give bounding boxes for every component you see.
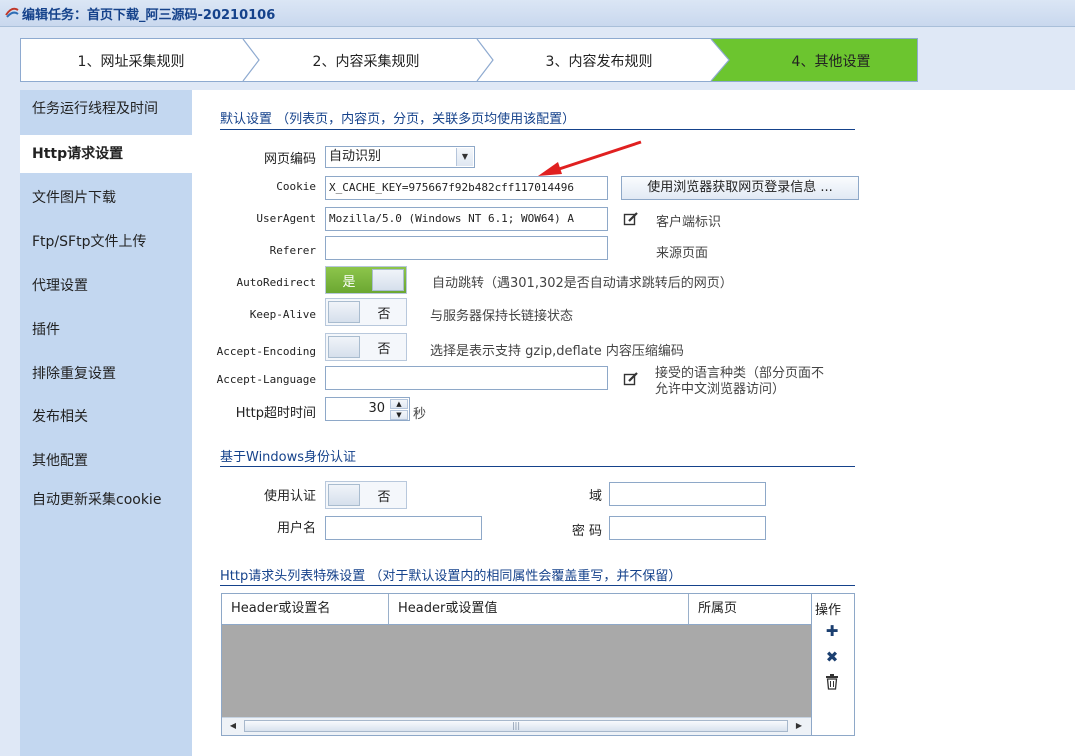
spin-up-icon[interactable]: ▲ xyxy=(390,399,408,409)
headers-ops-panel: 操作 ✚ ✖ xyxy=(812,593,855,736)
step-2-content-rules[interactable]: 2、内容采集规则 xyxy=(266,51,466,71)
timeout-label: Http超时时间 xyxy=(235,406,316,421)
sidebar-item-http[interactable]: Http请求设置 xyxy=(20,135,192,173)
toggle-knob xyxy=(328,336,360,358)
cookie-input[interactable]: X_CACHE_KEY=975667f92b482cff117014496 xyxy=(325,176,608,200)
trash-icon[interactable] xyxy=(825,674,839,690)
step-4-other-settings[interactable]: 4、其他设置 xyxy=(731,51,931,71)
use-auth-toggle[interactable]: 否 xyxy=(325,481,407,509)
useragent-hint: 客户端标识 xyxy=(656,215,722,230)
autoredirect-label: AutoRedirect xyxy=(236,276,316,289)
window-title: 编辑任务：首页下载_阿三源码-20210106 xyxy=(22,8,276,23)
encoding-label: 网页编码 xyxy=(263,152,316,167)
timeout-value: 30 xyxy=(368,401,385,416)
ops-label: 操作 xyxy=(815,603,842,618)
step-1-url-rules[interactable]: 1、网址采集规则 xyxy=(31,51,231,71)
username-label: 用户名 xyxy=(276,521,316,536)
sidebar-item-dedupe[interactable]: 排除重复设置 xyxy=(20,355,192,393)
title-bar: 编辑任务：首页下载_阿三源码-20210106 xyxy=(0,0,1075,27)
autoredirect-toggle[interactable]: 是 xyxy=(325,266,407,294)
encoding-select[interactable]: 自动识别 ▼ xyxy=(325,146,475,168)
encoding-select-value: 自动识别 xyxy=(329,149,382,164)
sidebar-item-ftp[interactable]: Ftp/SFtp文件上传 xyxy=(20,223,192,261)
acceptlanguage-label: Accept-Language xyxy=(216,373,316,386)
password-input[interactable] xyxy=(609,516,766,540)
timeout-unit: 秒 xyxy=(413,407,427,422)
keepalive-state: 否 xyxy=(377,307,391,322)
toggle-knob xyxy=(328,484,360,506)
headers-section-divider xyxy=(220,585,855,586)
scroll-left-icon[interactable]: ◀ xyxy=(226,720,240,732)
red-arrow-annotation xyxy=(538,140,642,176)
cookie-label: Cookie xyxy=(276,180,316,193)
defaults-section-title: 默认设置 （列表页，内容页，分页，关联多页均使用该配置） xyxy=(220,112,576,127)
sidebar-item-cookie-update[interactable]: 自动更新采集cookie xyxy=(20,481,192,519)
acceptencoding-hint: 选择是表示支持 gzip,deflate 内容压缩编码 xyxy=(430,344,684,359)
acceptencoding-toggle[interactable]: 否 xyxy=(325,333,407,361)
settings-sidebar: 任务运行线程及时间 Http请求设置 文件图片下载 Ftp/SFtp文件上传 代… xyxy=(20,90,192,756)
wizard-steps: 1、网址采集规则 2、内容采集规则 3、内容发布规则 4、其他设置 xyxy=(20,38,918,82)
domain-input[interactable] xyxy=(609,482,766,506)
chevron-down-icon[interactable]: ▼ xyxy=(456,148,473,166)
scroll-right-icon[interactable]: ▶ xyxy=(792,720,806,732)
toggle-knob xyxy=(372,269,404,291)
headers-section-title: Http请求头列表特殊设置 （对于默认设置内的相同属性会覆盖重写，并不保留） xyxy=(220,569,682,584)
defaults-section-divider xyxy=(220,129,855,130)
headers-table[interactable]: Header或设置名 Header或设置值 所属页 ◀ ||| ▶ xyxy=(221,593,812,736)
autoredirect-state: 是 xyxy=(342,275,356,290)
username-input[interactable] xyxy=(325,516,482,540)
acceptencoding-label: Accept-Encoding xyxy=(216,345,316,358)
column-header-value[interactable]: Header或设置值 xyxy=(389,594,689,624)
acceptencoding-state: 否 xyxy=(377,342,391,357)
get-browser-login-button[interactable]: 使用浏览器获取网页登录信息 ... xyxy=(621,176,859,200)
column-header-page[interactable]: 所属页 xyxy=(689,594,811,624)
horizontal-scrollbar[interactable]: ◀ ||| ▶ xyxy=(222,717,811,735)
sidebar-item-proxy[interactable]: 代理设置 xyxy=(20,267,192,305)
sidebar-item-publish[interactable]: 发布相关 xyxy=(20,398,192,436)
useragent-input[interactable]: Mozilla/5.0 (Windows NT 6.1; WOW64) A xyxy=(325,207,608,231)
toggle-knob xyxy=(328,301,360,323)
add-icon[interactable]: ✚ xyxy=(823,622,841,640)
column-header-name[interactable]: Header或设置名 xyxy=(222,594,389,624)
referer-hint: 来源页面 xyxy=(656,246,709,261)
sidebar-item-other[interactable]: 其他配置 xyxy=(20,442,192,480)
windows-auth-section-divider xyxy=(220,466,855,467)
acceptlanguage-input[interactable] xyxy=(325,366,608,390)
sidebar-item-download[interactable]: 文件图片下载 xyxy=(20,179,192,217)
useragent-label: UserAgent xyxy=(256,212,316,225)
acceptlanguage-hint-line2: 允许中文浏览器访问） xyxy=(655,382,786,397)
keepalive-label: Keep-Alive xyxy=(249,308,316,321)
headers-table-header: Header或设置名 Header或设置值 所属页 xyxy=(222,594,811,625)
use-auth-state: 否 xyxy=(377,490,391,505)
referer-label: Referer xyxy=(269,244,316,257)
autoredirect-hint: 自动跳转（遇301,302是否自动请求跳转后的网页） xyxy=(432,276,733,291)
http-settings-panel: 默认设置 （列表页，内容页，分页，关联多页均使用该配置） 网页编码 自动识别 ▼… xyxy=(192,90,1075,756)
app-logo-icon xyxy=(5,7,19,18)
windows-auth-section-title: 基于Windows身份认证 xyxy=(220,450,357,465)
scrollbar-thumb[interactable]: ||| xyxy=(244,720,788,732)
timeout-spinner[interactable]: 30 ▲ ▼ xyxy=(325,397,410,421)
domain-label: 域 xyxy=(588,489,602,504)
step-3-publish-rules[interactable]: 3、内容发布规则 xyxy=(499,51,699,71)
password-label: 密 码 xyxy=(571,524,602,539)
sidebar-item-plugins[interactable]: 插件 xyxy=(20,311,192,349)
delete-icon[interactable]: ✖ xyxy=(823,648,841,666)
edit-icon[interactable] xyxy=(623,371,639,387)
spin-down-icon[interactable]: ▼ xyxy=(390,410,408,420)
edit-icon[interactable] xyxy=(623,211,639,227)
referer-input[interactable] xyxy=(325,236,608,260)
keepalive-toggle[interactable]: 否 xyxy=(325,298,407,326)
sidebar-item-threads[interactable]: 任务运行线程及时间 xyxy=(20,90,192,128)
keepalive-hint: 与服务器保持长链接状态 xyxy=(430,309,574,324)
use-auth-label: 使用认证 xyxy=(263,489,316,504)
